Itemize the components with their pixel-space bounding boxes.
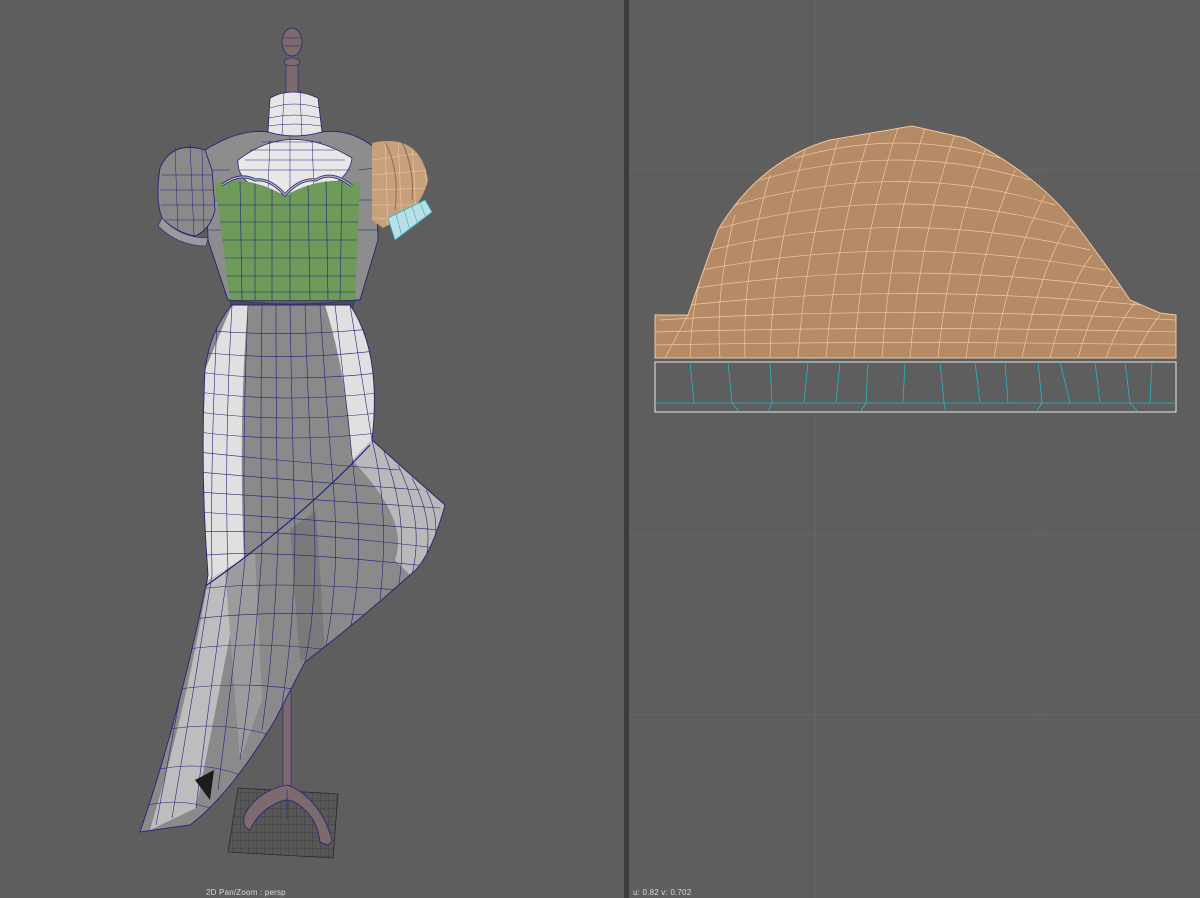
uv-coordinate-readout: u: 0.82 v: 0.702 [633,888,692,897]
uv-editor-viewport[interactable]: u: 0.82 v: 0.702 [629,0,1200,898]
viewport-camera-label: 2D Pan/Zoom : persp [206,888,286,897]
sleeve-right-selected[interactable] [372,138,433,241]
dress-bodice[interactable] [210,174,365,311]
perspective-viewport[interactable]: 2D Pan/Zoom : persp [0,0,624,898]
uv-canvas[interactable] [629,0,1200,898]
perspective-canvas[interactable] [0,0,624,898]
mannequin-neck [267,89,323,139]
dress-skirt[interactable] [139,304,446,833]
uv-shell-cuff[interactable] [654,361,1177,413]
sleeve-left[interactable] [157,143,216,247]
uv-shell-sleeve-selected[interactable] [654,125,1177,359]
